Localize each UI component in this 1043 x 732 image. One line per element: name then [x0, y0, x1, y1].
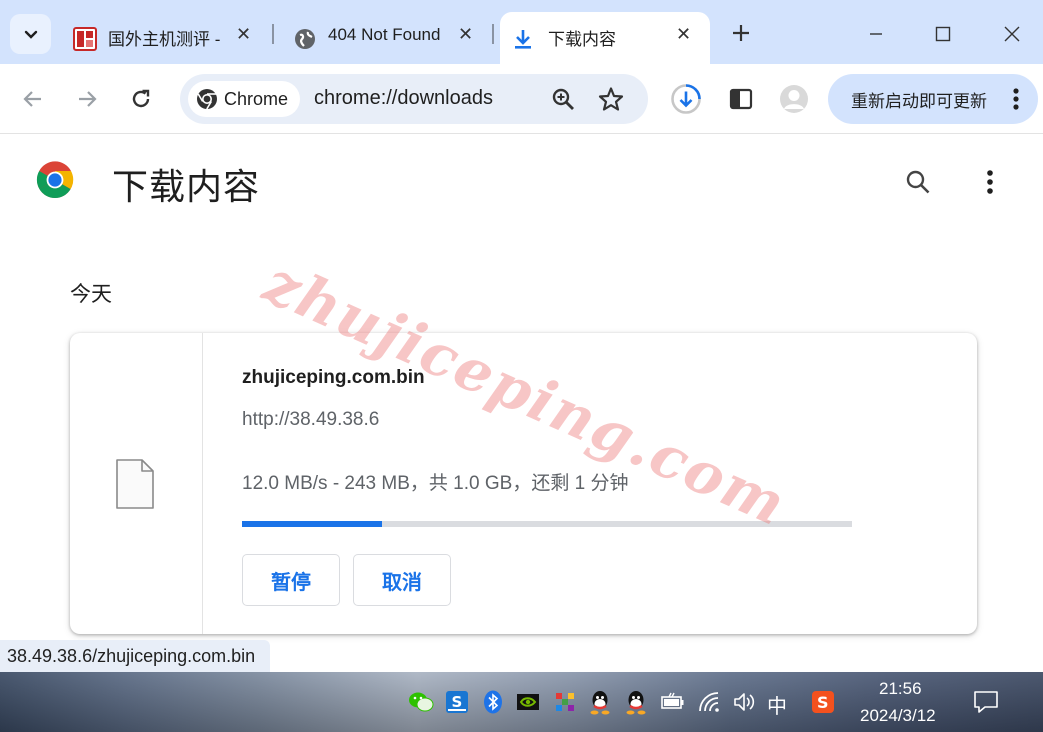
- volume-icon[interactable]: [732, 689, 758, 715]
- wechat-icon[interactable]: [408, 689, 434, 715]
- back-button[interactable]: [18, 84, 48, 114]
- downloads-header: 下载内容: [0, 134, 1043, 226]
- chip-label: Chrome: [224, 88, 289, 109]
- tab-separator: [492, 24, 494, 44]
- chrome-icon: [197, 89, 217, 110]
- zoom-in-icon: [552, 88, 574, 110]
- close-icon: [1004, 26, 1020, 42]
- colorful-app-icon[interactable]: [552, 689, 578, 715]
- tab-title: 国外主机测评 -: [108, 30, 220, 49]
- chrome-logo-icon: [36, 161, 74, 199]
- arrow-right-icon: [79, 91, 97, 107]
- zoom-button[interactable]: [550, 86, 576, 112]
- download-item-card: zhujiceping.com.bin http://38.49.38.6 12…: [70, 333, 977, 634]
- minimize-button[interactable]: [856, 14, 896, 54]
- maximize-icon: [935, 26, 951, 42]
- notification-icon: [974, 691, 998, 713]
- tab-separator: [272, 24, 274, 44]
- taskbar: S 中 S 21:56 2024/3/12: [0, 672, 1043, 732]
- notification-center-button[interactable]: [972, 687, 1000, 717]
- more-actions-button[interactable]: [974, 164, 1006, 200]
- maximize-button[interactable]: [923, 14, 963, 54]
- battery-icon[interactable]: [660, 689, 686, 715]
- clock-date[interactable]: 2024/3/12: [860, 706, 936, 726]
- file-name-link[interactable]: zhujiceping.com.bin: [242, 367, 425, 389]
- pause-button[interactable]: 暂停: [242, 554, 340, 606]
- sogou-input-icon[interactable]: S: [810, 689, 836, 715]
- qq-icon[interactable]: [587, 689, 613, 715]
- forward-button[interactable]: [72, 84, 102, 114]
- wifi-icon[interactable]: [698, 689, 724, 715]
- profile-button[interactable]: [777, 82, 811, 116]
- clock-time[interactable]: 21:56: [879, 679, 922, 699]
- tab-downloads[interactable]: 下载内容 ✕: [500, 12, 710, 64]
- sync-app-icon[interactable]: S: [444, 689, 470, 715]
- svg-text:S: S: [452, 693, 463, 711]
- bluetooth-icon[interactable]: [480, 689, 506, 715]
- close-tab-icon[interactable]: ✕: [458, 24, 473, 45]
- url-text[interactable]: chrome://downloads: [314, 87, 493, 110]
- address-bar[interactable]: Chrome chrome://downloads: [180, 74, 648, 124]
- plus-icon: [733, 25, 749, 41]
- downloads-button[interactable]: [669, 82, 703, 116]
- tab-title: 下载内容: [548, 30, 616, 49]
- side-panel-button[interactable]: [724, 82, 758, 116]
- download-icon: [510, 26, 536, 52]
- reload-button[interactable]: [126, 84, 156, 114]
- download-status: 12.0 MB/s - 243 MB，共 1.0 GB，还剩 1 分钟: [242, 473, 629, 494]
- close-tab-icon[interactable]: ✕: [236, 24, 251, 45]
- status-bar-link: 38.49.38.6/zhujiceping.com.bin: [0, 640, 270, 673]
- site-info-chip[interactable]: Chrome: [188, 81, 300, 117]
- search-icon: [906, 170, 930, 194]
- tab-strip: 国外主机测评 - ✕ 404 Not Found ✕ 下载内容 ✕: [0, 0, 1043, 64]
- date-group-label: 今天: [70, 283, 112, 306]
- more-vert-icon: [987, 170, 993, 194]
- download-progress-bar: [242, 521, 852, 527]
- star-icon: [598, 87, 624, 111]
- update-label: 重新启动即可更新: [851, 91, 987, 111]
- source-url-link[interactable]: http://38.49.38.6: [242, 409, 379, 431]
- site-favicon: [72, 26, 98, 52]
- cancel-button[interactable]: 取消: [353, 554, 451, 606]
- more-vert-icon: [1013, 88, 1019, 110]
- card-divider: [202, 333, 203, 634]
- tab-title: 404 Not Found: [328, 25, 440, 44]
- globe-icon: [292, 26, 318, 52]
- qq-icon-2[interactable]: [623, 689, 649, 715]
- page-title: 下载内容: [112, 166, 261, 207]
- chevron-down-icon: [24, 30, 37, 39]
- close-tab-icon[interactable]: ✕: [676, 24, 691, 45]
- side-panel-icon: [729, 88, 753, 110]
- minimize-icon: [870, 33, 882, 35]
- bookmark-button[interactable]: [598, 86, 624, 112]
- reload-icon: [132, 89, 150, 108]
- browser-toolbar: Chrome chrome://downloads 重新启动即可更新: [0, 64, 1043, 134]
- tab-404[interactable]: 404 Not Found ✕: [282, 12, 492, 64]
- search-downloads-button[interactable]: [900, 164, 936, 200]
- download-progress-fill: [242, 521, 383, 527]
- nvidia-icon[interactable]: [515, 689, 541, 715]
- tab-zhujiceping[interactable]: 国外主机测评 - ✕: [62, 12, 272, 64]
- input-method-indicator[interactable]: 中: [767, 690, 787, 719]
- arrow-left-icon: [23, 91, 41, 107]
- download-progress-icon: [671, 84, 701, 114]
- tab-search-button[interactable]: [10, 14, 51, 54]
- file-icon: [116, 459, 154, 509]
- close-window-button[interactable]: [992, 14, 1032, 54]
- update-button[interactable]: 重新启动即可更新: [828, 74, 1038, 124]
- avatar-icon: [780, 85, 808, 113]
- svg-text:S: S: [817, 693, 829, 712]
- new-tab-button[interactable]: [726, 18, 756, 48]
